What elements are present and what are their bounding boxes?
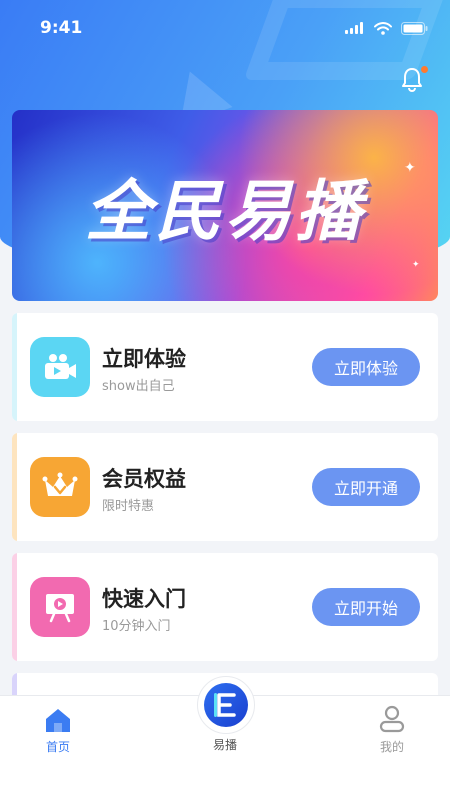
try-now-button[interactable]: 立即体验 <box>312 348 420 386</box>
card-title: 立即体验 <box>102 347 186 371</box>
tab-center-label: 易播 <box>212 738 237 752</box>
status-bar: 9:41 <box>0 0 450 56</box>
notification-dot <box>421 66 428 73</box>
crown-icon <box>30 457 90 517</box>
activate-button[interactable]: 立即开通 <box>312 468 420 506</box>
sparkle-icon: ✦ <box>412 260 420 270</box>
play-screen-icon <box>30 577 90 637</box>
card-stripe <box>12 433 17 541</box>
status-icons <box>345 21 428 35</box>
card-stripe <box>12 553 17 661</box>
banner-title: 全民易播 <box>85 173 365 250</box>
card-subtitle: show出自己 <box>102 379 175 394</box>
tab-mine[interactable]: 我的 <box>332 696 450 756</box>
user-icon <box>379 705 405 733</box>
start-button[interactable]: 立即开始 <box>312 588 420 626</box>
wifi-icon <box>374 21 392 35</box>
card-quick-start[interactable]: 快速入门 10分钟入门 立即开始 <box>12 553 438 661</box>
tab-mine-label: 我的 <box>379 740 404 754</box>
promo-banner[interactable]: ✦ ✦ 全民易播 <box>12 110 438 301</box>
status-time: 9:41 <box>40 18 83 38</box>
card-stripe <box>12 313 17 421</box>
card-subtitle: 10分钟入门 <box>102 619 171 634</box>
video-camera-icon <box>30 337 90 397</box>
card-try-now[interactable]: 立即体验 show出自己 立即体验 <box>12 313 438 421</box>
tab-home-label: 首页 <box>45 740 70 754</box>
card-title: 会员权益 <box>102 467 186 491</box>
battery-icon <box>401 21 428 35</box>
signal-icon <box>345 22 363 34</box>
app-logo-icon <box>204 683 248 727</box>
card-subtitle: 限时特惠 <box>102 499 155 514</box>
notification-button[interactable] <box>400 66 428 94</box>
card-title: 快速入门 <box>102 587 186 611</box>
center-play-button[interactable] <box>197 676 255 734</box>
card-membership[interactable]: 会员权益 限时特惠 立即开通 <box>12 433 438 541</box>
home-icon <box>46 709 70 732</box>
tab-home[interactable]: 首页 <box>0 696 118 756</box>
